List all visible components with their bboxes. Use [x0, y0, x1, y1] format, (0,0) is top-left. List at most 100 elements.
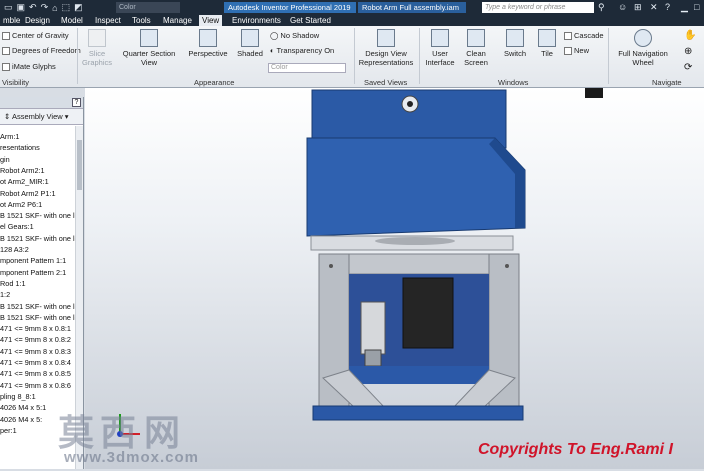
divider [77, 28, 78, 84]
browser-tree-node[interactable]: 471 <= 9mm 8 x 0.8:2 [0, 334, 71, 345]
bolt [505, 264, 509, 268]
help-icon[interactable]: ? [665, 2, 670, 12]
browser-tree-node[interactable]: 471 <= 9mm 8 x 0.8:1 [0, 323, 71, 334]
browser-tree-node[interactable]: B 1521 SKF- with one lo [0, 233, 79, 244]
browser-tree-node[interactable]: mponent Pattern 1:1 [0, 255, 66, 266]
sign-in-icon[interactable]: ☺ [618, 2, 627, 12]
tab-inspect[interactable]: Inspect [92, 15, 124, 26]
tab-manage[interactable]: Manage [160, 15, 195, 26]
perspective-button[interactable]: Perspective [186, 29, 230, 58]
browser-tree-node[interactable]: 471 <= 9mm 8 x 0.8:6 [0, 380, 71, 391]
browser-tree-node[interactable]: ot Arm2_MIR:1 [0, 176, 49, 187]
base-plate [312, 405, 524, 421]
tab-model[interactable]: Model [58, 15, 86, 26]
no-shadow-dropdown[interactable]: ◯ No Shadow [270, 31, 319, 40]
binoculars-icon[interactable]: ⚲ [598, 2, 605, 13]
clean-screen-button[interactable]: Clean Screen [461, 29, 491, 67]
tile-label: Tile [541, 49, 553, 58]
ribbon: Center of Gravity Degrees of Freedom iMa… [0, 26, 704, 88]
browser-tree-node[interactable]: resentations [0, 142, 40, 153]
imate-glyphs-toggle[interactable]: iMate Glyphs [2, 62, 56, 71]
new-window-button[interactable]: New [564, 46, 589, 55]
redo-icon[interactable]: ↷ [41, 2, 49, 13]
transparency-icon: ◐ [270, 46, 275, 55]
shaded-button[interactable]: Shaded [234, 29, 266, 58]
tab-assemble[interactable]: mble [0, 15, 23, 26]
bolt [329, 264, 333, 268]
browser-tree-node[interactable]: 471 <= 9mm 8 x 0.8:5 [0, 368, 71, 379]
browser-tree-node[interactable]: B 1521 SKF- with one lo [0, 301, 79, 312]
quarter-section-view-button[interactable]: Quarter Section View [120, 29, 178, 67]
lower-blue-panel [349, 366, 489, 384]
tab-view[interactable]: View [199, 15, 223, 26]
cart-icon[interactable]: ⊞ [634, 2, 642, 13]
user-interface-icon [431, 29, 449, 47]
degrees-of-freedom-toggle[interactable]: Degrees of Freedom [2, 46, 81, 55]
appearance-color-dropdown[interactable]: Color [268, 63, 346, 73]
save-icon[interactable]: ▣ [17, 2, 26, 13]
search-input[interactable]: Type a keyword or phrase [482, 2, 594, 13]
browser-tree-node[interactable]: Robot Arm2 P1:1 [0, 188, 56, 199]
degrees-of-freedom-label: Degrees of Freedom [12, 46, 81, 55]
browser-tree-node[interactable]: B 1521 SKF- with one lo [0, 312, 79, 323]
new-window-icon [564, 46, 572, 55]
switch-label: Switch [503, 49, 527, 58]
browser-tree-node[interactable]: Rod 1:1 [0, 278, 26, 289]
minimize-icon[interactable]: ▁ [681, 2, 688, 13]
tab-tools[interactable]: Tools [129, 15, 154, 26]
browser-tree-node[interactable]: 471 <= 9mm 8 x 0.8:4 [0, 357, 71, 368]
select-icon[interactable]: ⬚ [62, 2, 71, 13]
cascade-button[interactable]: Cascade [564, 31, 604, 40]
document-title: Robot Arm Full assembly.iam [358, 2, 466, 13]
slice-graphics-button[interactable]: Slice Graphics [80, 29, 114, 67]
browser-help-icon[interactable]: ? [72, 98, 81, 107]
browser-tree-node[interactable]: ot Arm2 P6:1 [0, 199, 42, 210]
transparency-toggle[interactable]: ◐ Transparency On [270, 46, 334, 55]
browser-tree-node[interactable]: gin [0, 154, 10, 165]
undo-icon[interactable]: ↶ [29, 2, 37, 13]
color-dropdown[interactable]: Color [116, 2, 180, 13]
coupling [364, 349, 382, 367]
browser-tree-node[interactable]: 471 <= 9mm 8 x 0.8:3 [0, 346, 71, 357]
switch-icon [506, 29, 524, 47]
zoom-icon[interactable]: ⊕ [684, 46, 692, 57]
browser-tree-node[interactable]: 1:2 [0, 289, 10, 300]
browser-tree-node[interactable]: Arm:1 [0, 131, 19, 142]
viewcube-stub[interactable] [585, 88, 603, 98]
home-icon[interactable]: ⌂ [52, 3, 57, 13]
browser-tree-node[interactable]: 4026 M4 x 5:1 [0, 402, 46, 413]
design-view-representations-button[interactable]: Design View Representations [356, 29, 416, 67]
scrollbar-thumb[interactable] [77, 140, 82, 190]
materials-icon[interactable]: ◩ [74, 2, 83, 13]
browser-tree-node[interactable]: mponent Pattern 2:1 [0, 267, 66, 278]
user-interface-label: User Interface [425, 49, 455, 67]
transparency-label: Transparency On [276, 46, 335, 55]
bearing-housing [360, 301, 386, 355]
new-window-label: New [574, 46, 590, 55]
pan-icon[interactable]: ✋ [684, 30, 696, 41]
tile-button[interactable]: Tile [534, 29, 560, 58]
browser-tree-node[interactable]: 4026 M4 x 5: [0, 414, 42, 425]
maximize-icon[interactable]: □ [694, 2, 699, 12]
browser-tree-node[interactable]: 128 A3:2 [0, 244, 29, 255]
navigate-panel-label: Navigate [652, 78, 682, 87]
browser-tree-node[interactable]: per:1 [0, 425, 17, 436]
browser-tree-node[interactable]: pling 8_8:1 [0, 391, 36, 402]
ribbon-tabs: mble Design Model Inspect Tools Manage V… [0, 15, 704, 26]
tab-design[interactable]: Design [22, 15, 53, 26]
tab-get-started[interactable]: Get Started [287, 15, 334, 26]
assembly-view-dropdown[interactable]: ⇕ Assembly View ▾ [0, 109, 83, 125]
full-navigation-wheel-button[interactable]: Full Navigation Wheel [612, 29, 674, 67]
browser-tree-node[interactable]: B 1521 SKF- with one lo [0, 210, 79, 221]
user-interface-button[interactable]: User Interface [423, 29, 457, 67]
tab-environments[interactable]: Environments [229, 15, 284, 26]
exchange-icon[interactable]: ✕ [650, 2, 658, 13]
open-icon[interactable]: ▭ [4, 2, 13, 13]
orbit-icon[interactable]: ⟳ [684, 62, 692, 73]
center-of-gravity-toggle[interactable]: Center of Gravity [2, 31, 69, 40]
switch-button[interactable]: Switch [500, 29, 530, 58]
browser-tree-node[interactable]: el Gears:1 [0, 221, 34, 232]
tile-icon [538, 29, 556, 47]
cascade-label: Cascade [574, 31, 604, 40]
browser-tree-node[interactable]: Robot Arm2:1 [0, 165, 45, 176]
